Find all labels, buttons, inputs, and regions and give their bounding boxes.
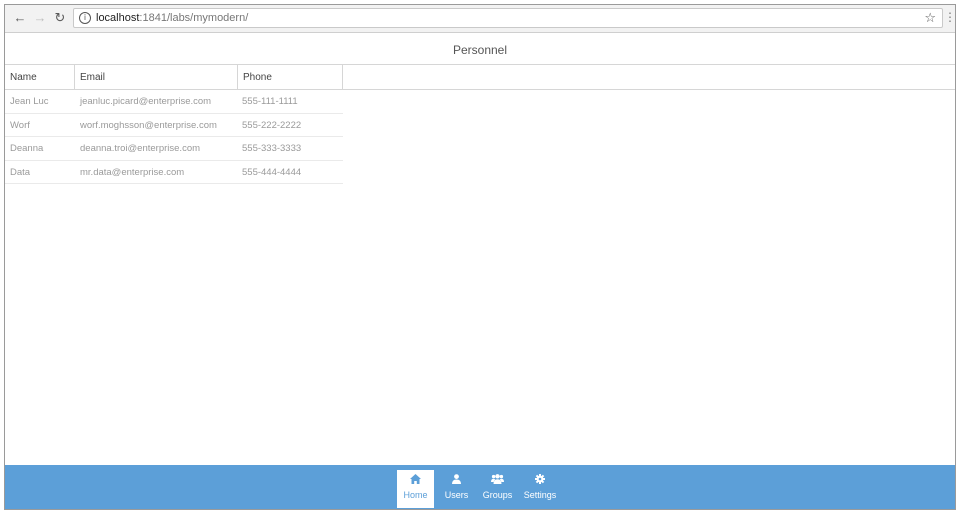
arrow-left-icon[interactable]: ← <box>11 9 29 27</box>
column-header-phone[interactable]: Phone <box>238 65 343 90</box>
tab-label: Users <box>444 490 469 500</box>
browser-window: ← → ↻ i localhost:1841/labs/mymodern/ ☆ … <box>4 4 956 510</box>
url-path: :1841/labs/mymodern/ <box>139 12 249 24</box>
url-text[interactable]: localhost:1841/labs/mymodern/ <box>96 12 248 24</box>
column-header-email[interactable]: Email <box>75 65 238 90</box>
arrow-right-icon[interactable]: → <box>31 9 49 27</box>
home-icon <box>397 470 434 486</box>
cell-email: worf.moghsson@enterprise.com <box>80 119 217 131</box>
cell-name: Data <box>10 166 31 178</box>
table-row[interactable]: Deanna deanna.troi@enterprise.com 555-33… <box>5 137 343 161</box>
gear-icon <box>520 470 560 486</box>
tab-bar: Home Users Groups Settings <box>5 465 955 509</box>
table-row[interactable]: Data mr.data@enterprise.com 555-444-4444 <box>5 161 343 184</box>
tab-home[interactable]: Home <box>397 470 434 508</box>
user-icon <box>438 470 475 486</box>
tab-label: Settings <box>523 490 557 500</box>
tab-list: Home Users Groups Settings <box>397 470 564 508</box>
cell-phone: 555-111-1111 <box>242 96 298 107</box>
group-icon <box>479 470 516 486</box>
tab-label: Groups <box>482 490 513 500</box>
cell-email: jeanluc.picard@enterprise.com <box>80 96 212 107</box>
browser-toolbar: ← → ↻ i localhost:1841/labs/mymodern/ ☆ … <box>5 5 955 33</box>
cell-name: Worf <box>10 119 30 131</box>
page-title: Personnel <box>452 43 508 57</box>
title-bar: Personnel <box>5 34 955 65</box>
grid-header: Name Email Phone <box>5 65 955 90</box>
cell-email: deanna.troi@enterprise.com <box>80 143 201 154</box>
url-host: localhost <box>96 12 140 24</box>
table-row[interactable]: Worf worf.moghsson@enterprise.com 555-22… <box>5 114 343 137</box>
cell-name: Jean Luc <box>10 96 49 107</box>
info-icon[interactable]: i <box>79 12 91 24</box>
star-icon[interactable]: ☆ <box>924 10 936 26</box>
address-bar[interactable]: i localhost:1841/labs/mymodern/ ☆ <box>73 8 943 28</box>
tab-groups[interactable]: Groups <box>479 470 516 508</box>
tab-users[interactable]: Users <box>438 470 475 508</box>
cell-phone: 555-333-3333 <box>242 143 302 154</box>
column-header-name[interactable]: Name <box>5 65 75 90</box>
cell-name: Deanna <box>10 143 44 154</box>
reload-icon[interactable]: ↻ <box>51 9 69 27</box>
table-row[interactable]: Jean Luc jeanluc.picard@enterprise.com 5… <box>5 90 343 114</box>
cell-email: mr.data@enterprise.com <box>80 166 185 178</box>
tab-settings[interactable]: Settings <box>520 470 560 508</box>
grid-body: Jean Luc jeanluc.picard@enterprise.com 5… <box>5 90 343 184</box>
tab-label: Home <box>403 490 428 500</box>
cell-phone: 555-444-4444 <box>242 166 302 178</box>
more-icon[interactable]: ⋮ <box>944 10 955 24</box>
cell-phone: 555-222-2222 <box>242 119 302 131</box>
